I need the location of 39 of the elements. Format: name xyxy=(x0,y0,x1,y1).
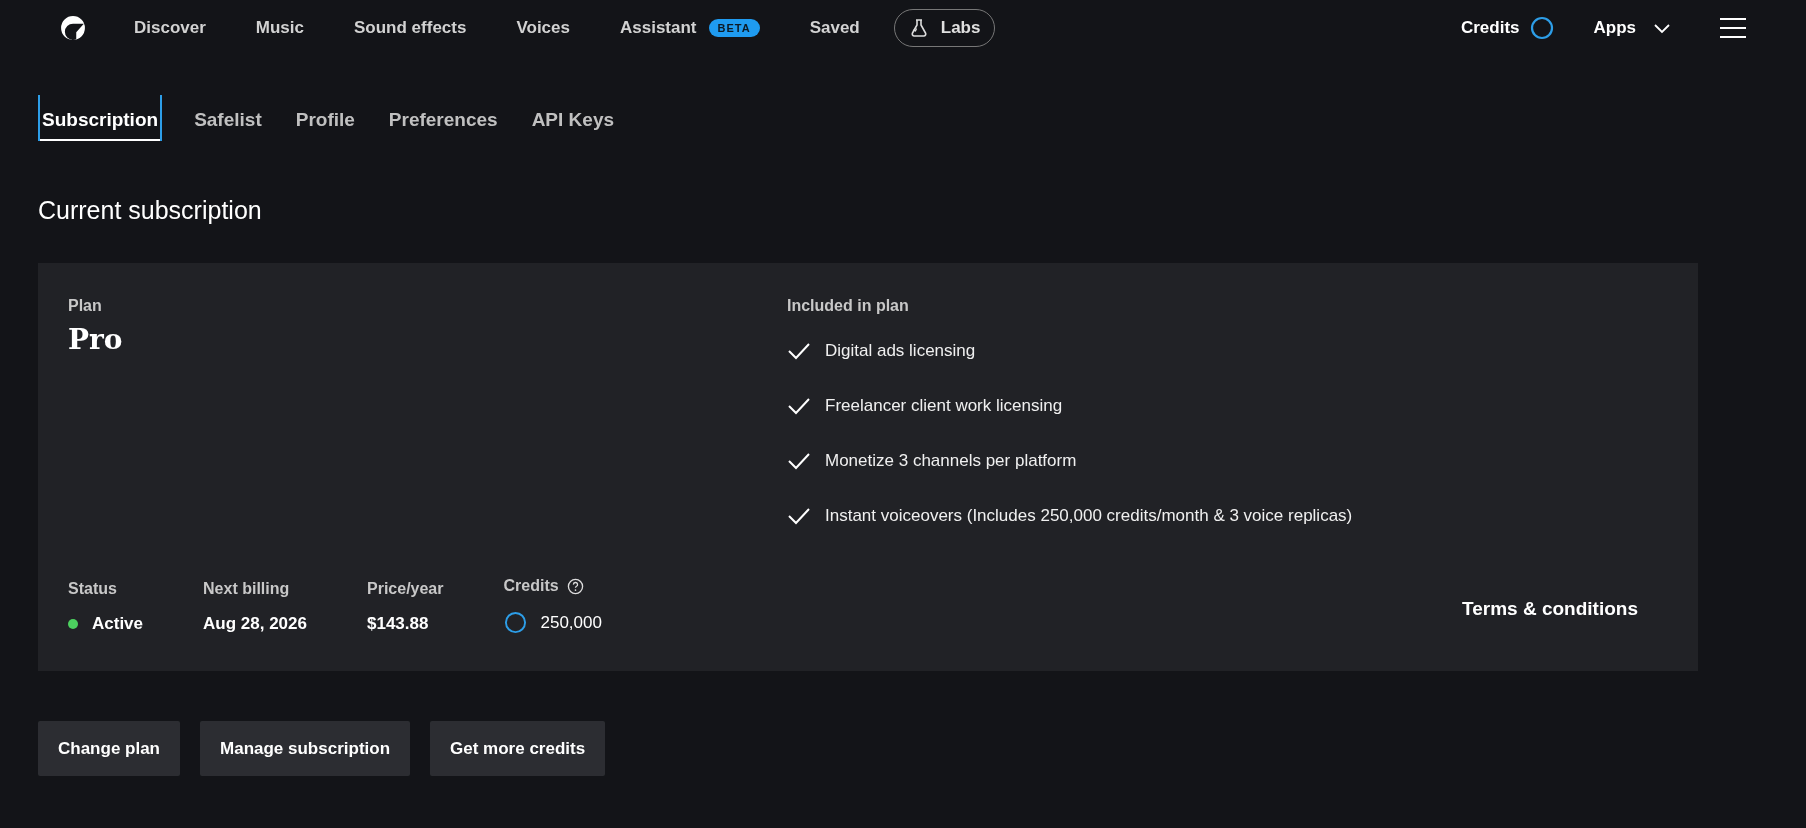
feature-text: Digital ads licensing xyxy=(825,340,976,361)
help-icon[interactable] xyxy=(566,577,584,595)
nav-link[interactable]: Saved xyxy=(809,17,860,38)
status-value: Active xyxy=(92,614,144,634)
action-button[interactable]: Change plan xyxy=(38,721,180,776)
action-button[interactable]: Get more credits xyxy=(430,721,606,776)
settings-tab[interactable]: Subscription xyxy=(38,95,163,141)
settings-tab[interactable]: Preferences xyxy=(386,95,500,141)
feature-text: Instant voiceovers (Includes 250,000 credits/month & 3 voice replicas) xyxy=(825,505,1353,526)
credits-link[interactable]: Credits xyxy=(1460,17,1520,38)
feature-text: Freelancer client work licensing xyxy=(825,395,1063,416)
feature-text: Monetize 3 channels per platform xyxy=(825,450,1077,471)
stat-label: Price/year xyxy=(367,580,444,598)
action-button[interactable]: Manage subscription xyxy=(200,721,411,776)
plan-label: Plan xyxy=(68,297,103,315)
settings-tab[interactable]: API Keys xyxy=(529,95,616,141)
menu-icon[interactable] xyxy=(1720,16,1746,39)
beta-badge: BETA xyxy=(708,18,760,37)
stat-label: Credits xyxy=(503,577,559,595)
apps-link[interactable]: Apps xyxy=(1593,17,1636,38)
plan-name: Pro xyxy=(68,323,124,356)
section-heading: Current subscription xyxy=(38,196,263,225)
settings-tab[interactable]: Safelist xyxy=(192,95,264,141)
nav-link[interactable]: Assistant xyxy=(620,17,697,38)
nav-link[interactable]: Music xyxy=(255,17,304,38)
included-label: Included in plan xyxy=(787,297,910,315)
stat-value: Aug 28, 2026 xyxy=(203,614,307,634)
stat-value: 250,000 xyxy=(540,612,602,633)
settings-tab[interactable]: Profile xyxy=(293,95,357,141)
terms-link[interactable]: Terms & conditions xyxy=(1462,598,1638,620)
credits-ring-icon xyxy=(503,611,527,634)
stat-value: $143.88 xyxy=(367,614,429,634)
stat-label: Status xyxy=(68,580,118,598)
credits-ring-icon xyxy=(1529,15,1554,40)
stat-label: Next billing xyxy=(203,580,291,598)
nav-link[interactable]: Discover xyxy=(134,17,206,38)
logo-icon[interactable] xyxy=(60,14,86,41)
nav-link[interactable]: Voices xyxy=(516,17,570,38)
nav-link[interactable]: Sound effects xyxy=(354,17,467,38)
